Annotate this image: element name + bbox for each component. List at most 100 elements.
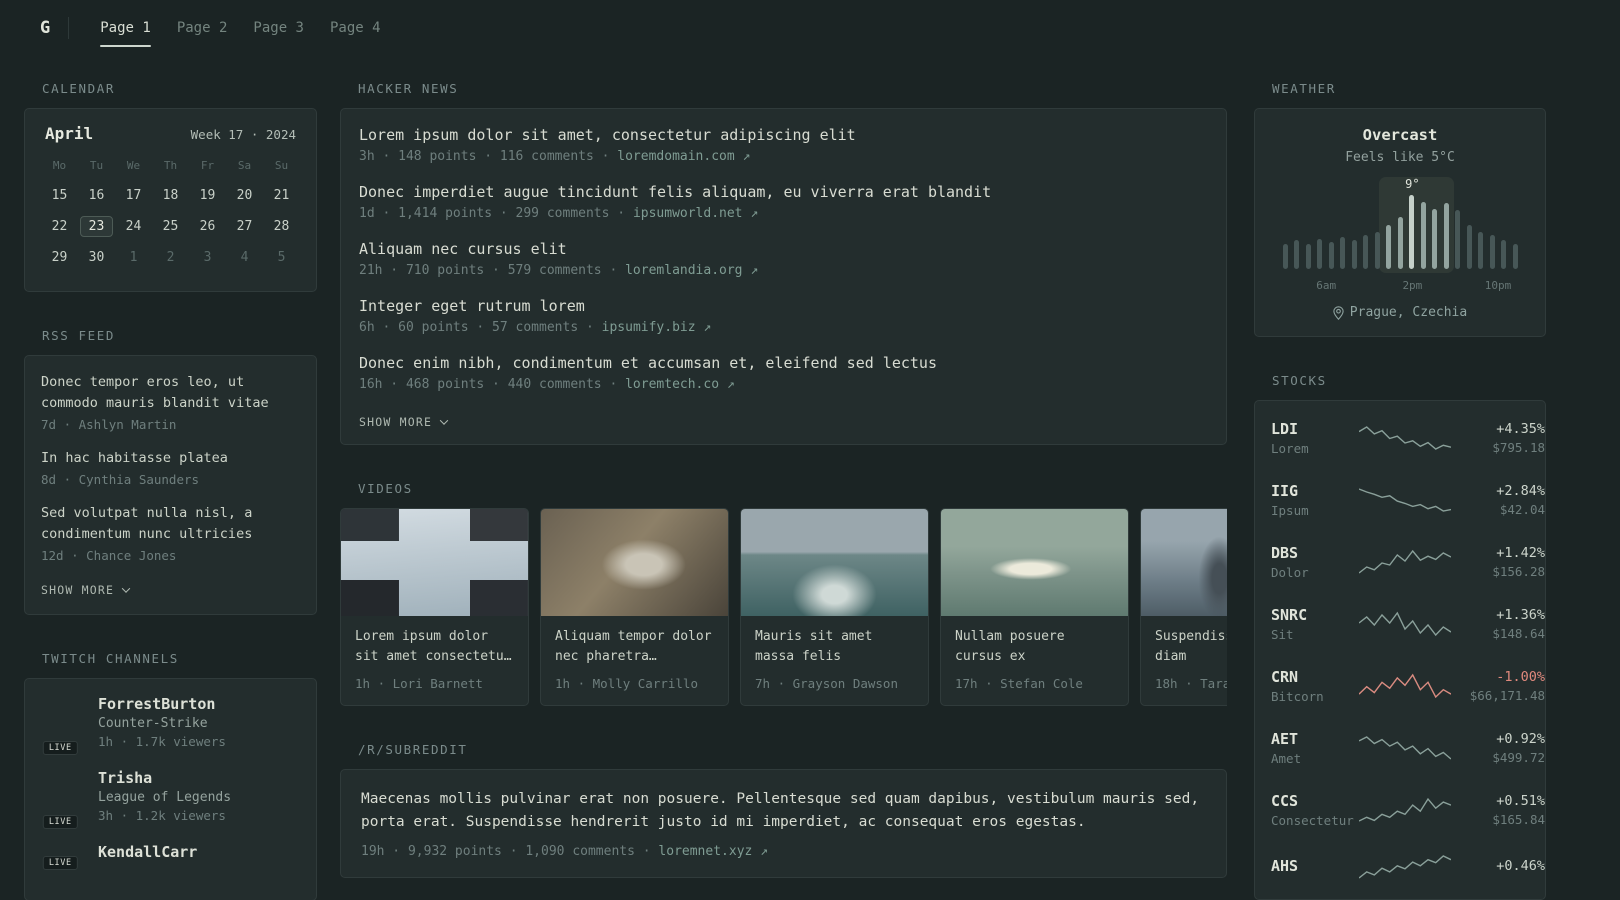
- weekday-label: Th: [163, 159, 178, 172]
- video-title: Lorem ipsum dolor sit amet consectetu…: [355, 629, 512, 665]
- twitch-channel-row[interactable]: LIVE KendallCarr: [41, 843, 300, 870]
- hn-item: Donec imperdiet augue tincidunt felis al…: [359, 183, 1208, 221]
- stock-sparkline: [1359, 488, 1451, 512]
- stock-name: Lorem: [1271, 441, 1309, 456]
- hn-item-link[interactable]: Integer eget rutrum lorem: [359, 297, 1208, 315]
- stock-row[interactable]: LDI Lorem +4.35% $795.18: [1271, 407, 1545, 469]
- section-title-stocks: STOCKS: [1272, 373, 1327, 388]
- live-badge: LIVE: [42, 814, 78, 829]
- calendar-day: 28: [273, 219, 290, 234]
- stock-change: +0.51%: [1496, 793, 1545, 809]
- calendar-day: 17: [125, 188, 142, 203]
- weather-bar: [1317, 238, 1322, 269]
- video-card[interactable]: Nullam posuere cursus ex 17h · Stefan Co…: [940, 508, 1129, 707]
- stock-row[interactable]: SNRC Sit +1.36% $148.64: [1271, 593, 1545, 655]
- stock-price: $156.28: [1492, 564, 1545, 579]
- hn-item-link[interactable]: Lorem ipsum dolor sit amet, consectetur …: [359, 126, 1208, 144]
- hn-domain-link[interactable]: loremdomain.com ↗: [617, 149, 750, 164]
- subreddit-domain-link[interactable]: loremnet.xyz ↗: [658, 844, 768, 859]
- subreddit-meta-text: 19h · 9,932 points · 1,090 comments ·: [361, 843, 659, 859]
- video-card[interactable]: Aliquam tempor dolor nec pharetra… 1h · …: [540, 508, 729, 707]
- stock-change: +1.42%: [1496, 545, 1545, 561]
- external-link-icon: ↗: [703, 320, 712, 335]
- tab-page-3[interactable]: Page 3: [240, 0, 317, 56]
- stock-row[interactable]: IIG Ipsum +2.84% $42.04: [1271, 469, 1545, 531]
- hn-item-link[interactable]: Donec enim nibh, condimentum et accumsan…: [359, 354, 1208, 372]
- top-nav: G Page 1 Page 2 Page 3 Page 4: [0, 0, 1620, 56]
- subreddit-post-link[interactable]: Maecenas mollis pulvinar erat non posuer…: [361, 788, 1206, 834]
- video-card[interactable]: Mauris sit amet massa felis 7h · Grayson…: [740, 508, 929, 707]
- video-thumbnail[interactable]: [941, 509, 1128, 616]
- weather-bar: [1397, 216, 1403, 269]
- hn-meta-text: 3h · 148 points · 116 comments ·: [359, 149, 618, 164]
- rss-item-link[interactable]: Sed volutpat nulla nisl, a condimentum n…: [41, 503, 300, 545]
- rss-item-meta: 8d · Cynthia Saunders: [41, 471, 200, 487]
- rss-item-link[interactable]: Donec tempor eros leo, ut commodo mauris…: [41, 372, 300, 414]
- stock-change: +0.46%: [1496, 857, 1545, 874]
- hn-domain-link[interactable]: loremtech.co ↗: [625, 377, 735, 392]
- hn-item-meta: 6h · 60 points · 57 comments · ipsumify.…: [359, 320, 1208, 335]
- weather-bar: [1386, 225, 1391, 269]
- stock-row[interactable]: AHS +0.46%: [1271, 841, 1545, 893]
- video-title: Aliquam tempor dolor nec pharetra…: [555, 629, 712, 665]
- video-thumbnail[interactable]: [541, 509, 728, 616]
- weather-bar: [1294, 240, 1299, 269]
- rss-widget: RSS FEED Donec tempor eros leo, ut commo…: [24, 328, 317, 615]
- stock-name: Consectetur: [1271, 813, 1354, 828]
- hn-domain-link[interactable]: loremlandia.org ↗: [625, 263, 758, 278]
- rss-item: Donec tempor eros leo, ut commodo mauris…: [41, 372, 300, 432]
- weather-bar: [1466, 225, 1472, 269]
- channel-name: Trisha: [98, 768, 153, 787]
- video-thumbnail[interactable]: [741, 509, 928, 616]
- tab-page-4[interactable]: Page 4: [317, 0, 394, 56]
- hn-item: Donec enim nibh, condimentum et accumsan…: [359, 354, 1208, 392]
- hn-domain-link[interactable]: ipsumworld.net ↗: [633, 206, 758, 221]
- external-link-icon: ↗: [742, 149, 751, 164]
- calendar-day: 27: [236, 219, 253, 234]
- stock-row[interactable]: AET Amet +0.92% $499.72: [1271, 717, 1545, 779]
- hn-show-more-button[interactable]: SHOW MORE: [359, 415, 449, 429]
- subreddit-widget: /R/SUBREDDIT Maecenas mollis pulvinar er…: [340, 742, 1227, 878]
- hn-item-link[interactable]: Donec imperdiet augue tincidunt felis al…: [359, 183, 1208, 201]
- hn-domain-link[interactable]: ipsumify.biz ↗: [602, 320, 712, 335]
- weather-bar: [1455, 210, 1460, 269]
- video-meta: 18h · Tara: [1155, 676, 1227, 692]
- stock-row[interactable]: CCS Consectetur +0.51% $165.84: [1271, 779, 1545, 841]
- video-thumbnail[interactable]: [341, 509, 528, 616]
- stock-sparkline: [1359, 673, 1451, 699]
- stock-row[interactable]: CRN Bitcorn -1.00% $66,171.48: [1271, 655, 1545, 717]
- rss-item-meta: 7d · Ashlyn Martin: [41, 416, 177, 432]
- rss-item-link[interactable]: In hac habitasse platea: [41, 448, 300, 469]
- tab-page-2[interactable]: Page 2: [164, 0, 241, 56]
- stocks-widget: STOCKS LDI Lorem +4.35% $795.18 IIG Ipsum +…: [1254, 373, 1546, 900]
- rss-show-more-button[interactable]: SHOW MORE: [41, 583, 131, 597]
- rss-item-meta: 12d · Chance Jones: [41, 547, 177, 563]
- stock-change: -1.00%: [1496, 669, 1545, 685]
- stock-sparkline: [1359, 549, 1451, 574]
- twitch-widget: TWITCH CHANNELS LIVE ForrestBurton Count…: [24, 651, 317, 900]
- calendar-month: April: [45, 124, 94, 143]
- video-thumbnail[interactable]: [1141, 509, 1227, 616]
- weather-bar: [1489, 235, 1495, 269]
- weather-time-axis: 6am 2pm 10pm: [1271, 279, 1529, 293]
- video-card[interactable]: Suspendisse diam 18h · Tara: [1140, 508, 1227, 707]
- stock-name: Amet: [1271, 751, 1302, 766]
- section-title-hacker-news: HACKER NEWS: [358, 81, 459, 96]
- subreddit-post: Maecenas mollis pulvinar erat non posuer…: [361, 788, 1206, 858]
- hn-meta-text: 6h · 60 points · 57 comments ·: [359, 320, 602, 335]
- stock-sparkline: [1359, 426, 1451, 450]
- chevron-down-icon: [121, 583, 131, 593]
- weather-bar: [1432, 208, 1437, 269]
- app-logo: G: [40, 18, 51, 38]
- tab-page-1[interactable]: Page 1: [87, 0, 164, 56]
- avatar: LIVE: [41, 695, 83, 755]
- twitch-channel-row[interactable]: LIVE Trisha League of Legends 3h · 1.2k …: [41, 768, 300, 829]
- section-title-calendar: CALENDAR: [42, 81, 116, 96]
- hn-item-link[interactable]: Aliquam nec cursus elit: [359, 240, 1208, 258]
- twitch-channel-row[interactable]: LIVE ForrestBurton Counter-Strike 1h · 1…: [41, 695, 300, 755]
- stock-name: Sit: [1271, 627, 1294, 642]
- video-card[interactable]: Lorem ipsum dolor sit amet consectetu… 1…: [340, 508, 529, 707]
- video-meta: 1h · Lori Barnett: [355, 676, 483, 692]
- stock-row[interactable]: DBS Dolor +1.42% $156.28: [1271, 531, 1545, 593]
- hacker-news-widget: HACKER NEWS Lorem ipsum dolor sit amet, …: [340, 81, 1227, 445]
